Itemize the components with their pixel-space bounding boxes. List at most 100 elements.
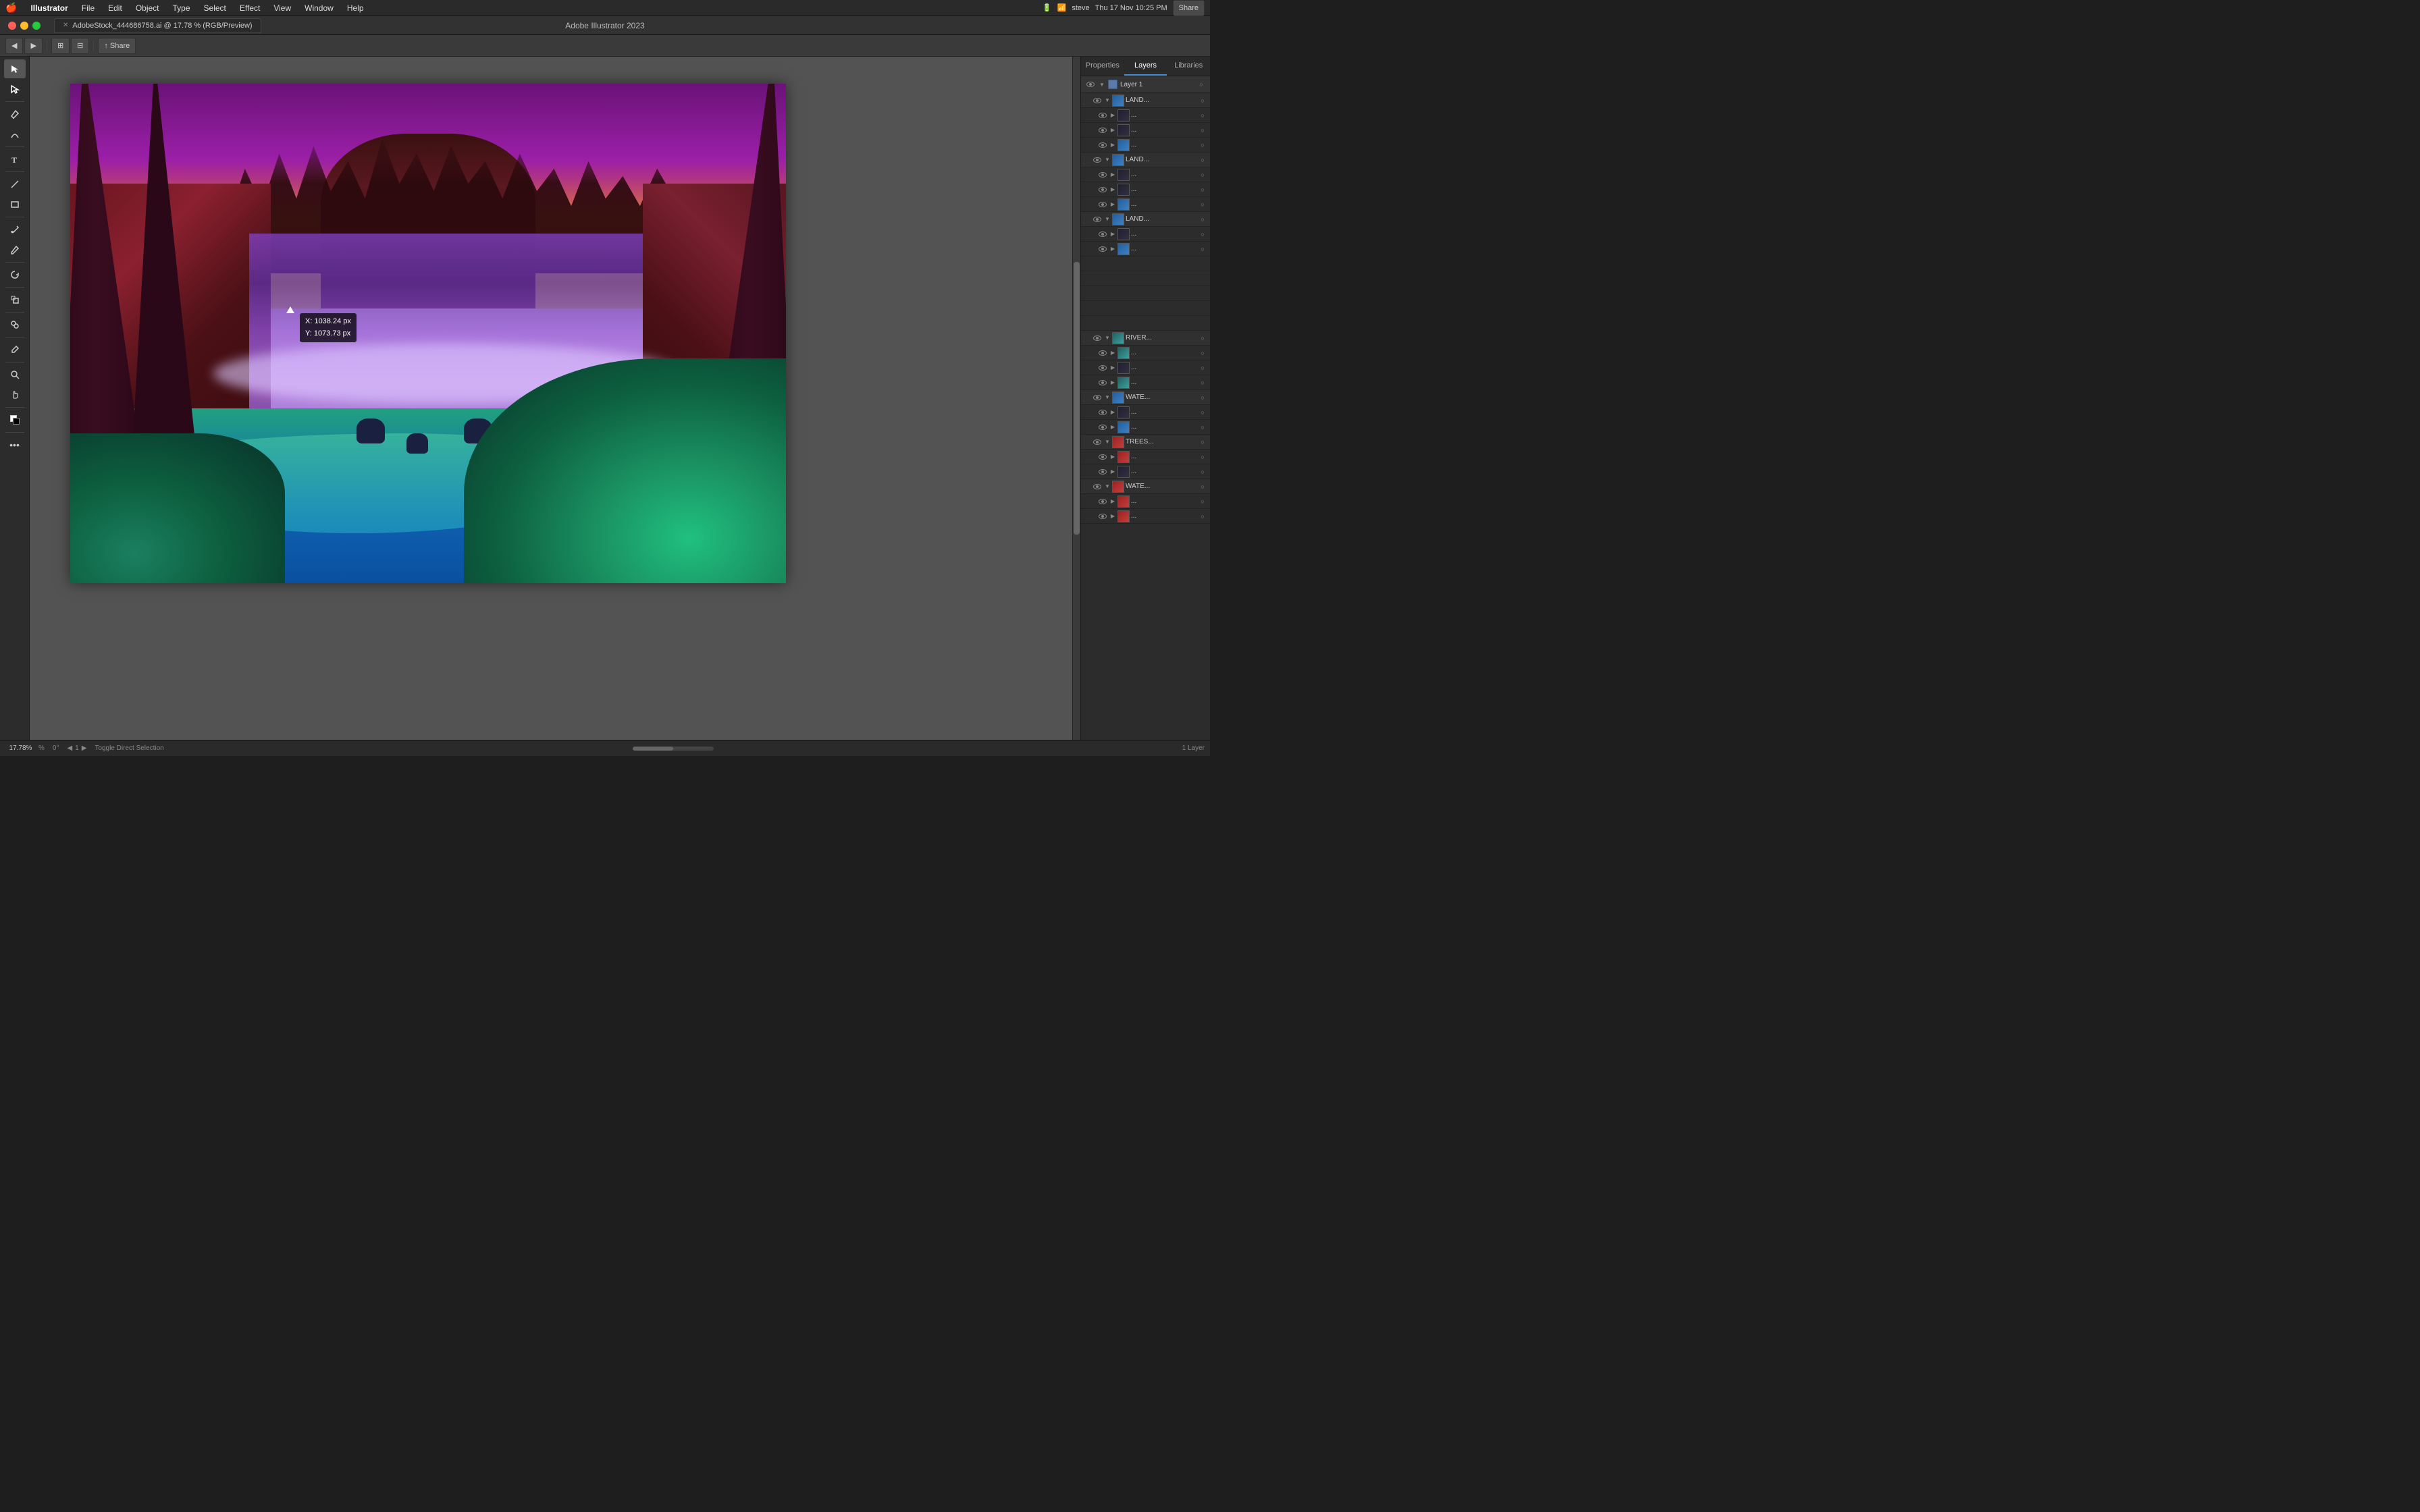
wate1s2-vis[interactable] [1097, 422, 1108, 433]
land2s1-expand[interactable]: ▶ [1109, 171, 1116, 178]
treess2-lock[interactable]: ○ [1198, 467, 1207, 477]
wate2s1-vis[interactable] [1097, 496, 1108, 507]
land3-visibility[interactable] [1092, 214, 1103, 225]
wate2s2-lock[interactable]: ○ [1198, 512, 1207, 521]
wate1s1-lock[interactable]: ○ [1198, 408, 1207, 417]
land2s3-vis[interactable] [1097, 199, 1108, 210]
rivers2-vis[interactable] [1097, 362, 1108, 373]
river-expand[interactable]: ▼ [1104, 335, 1111, 342]
land2-sub1[interactable]: ▶ ... ○ [1081, 167, 1210, 182]
land1-sub2[interactable]: ▶ ... ○ [1081, 123, 1210, 138]
line-tool[interactable] [4, 175, 26, 194]
wate2s1-expand[interactable]: ▶ [1109, 498, 1116, 505]
land1-lock[interactable]: ○ [1198, 96, 1207, 105]
menu-effect[interactable]: Effect [234, 2, 265, 14]
land1s1-vis[interactable] [1097, 110, 1108, 121]
pen-tool[interactable] [4, 105, 26, 124]
rivers3-expand[interactable]: ▶ [1109, 379, 1116, 386]
eyedropper-tool[interactable] [4, 340, 26, 359]
trees-group[interactable]: ▼ TREES... ○ [1081, 435, 1210, 450]
land1-sub3[interactable]: ▶ ... ○ [1081, 138, 1210, 153]
toolbar-grid[interactable]: ⊟ [71, 38, 89, 54]
land2-visibility[interactable] [1092, 155, 1103, 165]
wate1s2-expand[interactable]: ▶ [1109, 424, 1116, 431]
nav-next[interactable]: ▶ [82, 745, 87, 752]
wate2s2-expand[interactable]: ▶ [1109, 513, 1116, 520]
treess1-expand[interactable]: ▶ [1109, 454, 1116, 460]
scale-tool[interactable] [4, 290, 26, 309]
treess1-vis[interactable] [1097, 452, 1108, 462]
share-button[interactable]: Share [1173, 0, 1205, 16]
rivers1-vis[interactable] [1097, 348, 1108, 358]
river-sub2[interactable]: ▶ ... ○ [1081, 360, 1210, 375]
wate-group-1[interactable]: ▼ WATE... ○ [1081, 390, 1210, 405]
tab-properties[interactable]: Properties [1081, 57, 1124, 76]
curvature-tool[interactable] [4, 125, 26, 144]
toolbar-forward[interactable]: ▶ [24, 38, 42, 54]
wate2-sub1[interactable]: ▶ ... ○ [1081, 494, 1210, 509]
land1-sub1[interactable]: ▶ ... ○ [1081, 108, 1210, 123]
land3-expand[interactable]: ▼ [1104, 216, 1111, 223]
more-tools[interactable]: ••• [4, 435, 26, 454]
selection-tool[interactable] [4, 59, 26, 78]
fill-stroke-tool[interactable] [4, 410, 26, 429]
land-group-3[interactable]: ▼ LAND... ○ [1081, 212, 1210, 227]
toolbar-back[interactable]: ◀ [5, 38, 23, 54]
river-sub1[interactable]: ▶ ... ○ [1081, 346, 1210, 360]
zoom-input[interactable] [5, 745, 36, 752]
wate1-expand[interactable]: ▼ [1104, 394, 1111, 401]
menu-window[interactable]: Window [299, 2, 339, 14]
land3s1-expand[interactable]: ▶ [1109, 231, 1116, 238]
river-lock[interactable]: ○ [1198, 333, 1207, 343]
land2s1-lock[interactable]: ○ [1198, 170, 1207, 180]
canvas-area[interactable]: X: 1038.24 px Y: 1073.73 px [30, 57, 1080, 740]
trees-expand[interactable]: ▼ [1104, 439, 1111, 446]
wate1-sub2[interactable]: ▶ ... ○ [1081, 420, 1210, 435]
shape-builder-tool[interactable] [4, 315, 26, 334]
rivers1-expand[interactable]: ▶ [1109, 350, 1116, 356]
layer1-lock[interactable]: ○ [1196, 80, 1206, 89]
apple-icon[interactable]: 🍎 [5, 2, 17, 14]
land3s2-expand[interactable]: ▶ [1109, 246, 1116, 252]
land2s1-vis[interactable] [1097, 169, 1108, 180]
land3s2-vis[interactable] [1097, 244, 1108, 254]
treess1-lock[interactable]: ○ [1198, 452, 1207, 462]
land1s1-expand[interactable]: ▶ [1109, 112, 1116, 119]
type-tool[interactable]: T [4, 150, 26, 169]
wate2-lock[interactable]: ○ [1198, 482, 1207, 491]
close-button[interactable] [8, 22, 16, 30]
rivers2-lock[interactable]: ○ [1198, 363, 1207, 373]
wate2-sub2[interactable]: ▶ ... ○ [1081, 509, 1210, 524]
tab-layers[interactable]: Layers [1124, 57, 1167, 76]
trees-visibility[interactable] [1092, 437, 1103, 448]
land-group-2[interactable]: ▼ LAND... ○ [1081, 153, 1210, 167]
treess2-vis[interactable] [1097, 466, 1108, 477]
menu-file[interactable]: File [76, 2, 100, 14]
trees-lock[interactable]: ○ [1198, 437, 1207, 447]
land-group-1[interactable]: ▼ LAND... ○ [1081, 93, 1210, 108]
menu-type[interactable]: Type [167, 2, 196, 14]
river-group[interactable]: ▼ RIVER... ○ [1081, 331, 1210, 346]
land2-lock[interactable]: ○ [1198, 155, 1207, 165]
treess2-expand[interactable]: ▶ [1109, 468, 1116, 475]
land3s1-vis[interactable] [1097, 229, 1108, 240]
wate2-expand[interactable]: ▼ [1104, 483, 1111, 490]
wate2s1-lock[interactable]: ○ [1198, 497, 1207, 506]
land2s3-expand[interactable]: ▶ [1109, 201, 1116, 208]
menu-help[interactable]: Help [342, 2, 369, 14]
rivers2-expand[interactable]: ▶ [1109, 364, 1116, 371]
layer1-visibility[interactable] [1085, 79, 1096, 90]
land3-lock[interactable]: ○ [1198, 215, 1207, 224]
trees-sub1[interactable]: ▶ ... ○ [1081, 450, 1210, 464]
land3-sub2[interactable]: ▶ ... ○ [1081, 242, 1210, 256]
land1s2-lock[interactable]: ○ [1198, 126, 1207, 135]
file-tab[interactable]: ✕ AdobeStock_444686758.ai @ 17.78 % (RGB… [54, 18, 261, 33]
rivers1-lock[interactable]: ○ [1198, 348, 1207, 358]
tab-libraries[interactable]: Libraries [1167, 57, 1210, 76]
wate1-visibility[interactable] [1092, 392, 1103, 403]
land1s1-lock[interactable]: ○ [1198, 111, 1207, 120]
wate1s2-lock[interactable]: ○ [1198, 423, 1207, 432]
menu-edit[interactable]: Edit [103, 2, 128, 14]
river-sub3[interactable]: ▶ ... ○ [1081, 375, 1210, 390]
pencil-tool[interactable] [4, 240, 26, 259]
